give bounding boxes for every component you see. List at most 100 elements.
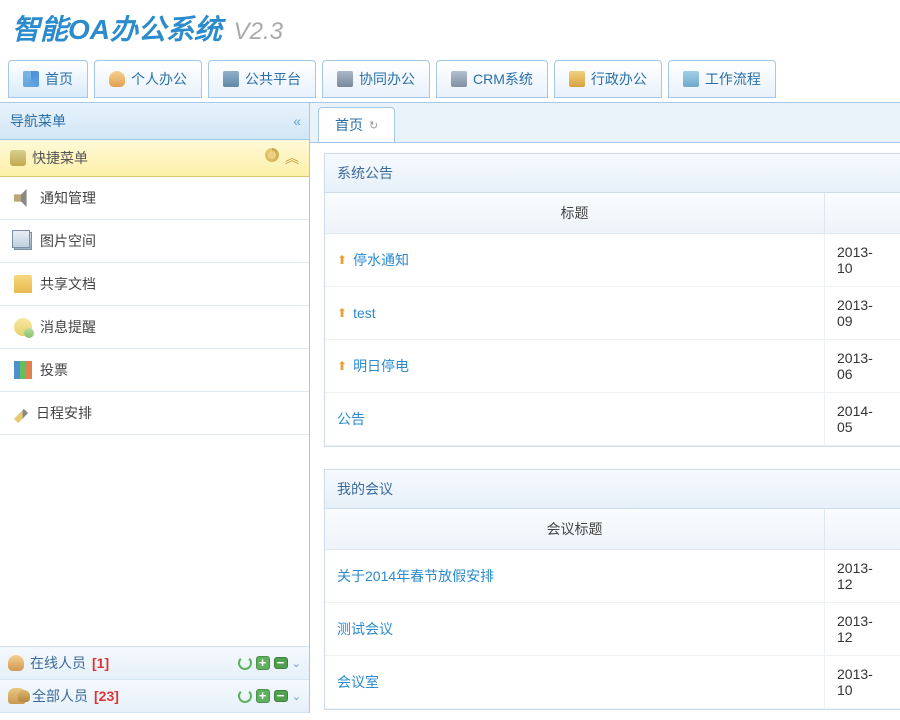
topnav-label: 协同办公 bbox=[359, 69, 415, 89]
sb-count: [23] bbox=[94, 688, 119, 704]
refresh-icon[interactable] bbox=[238, 689, 252, 703]
tab-label: 首页 bbox=[335, 115, 363, 135]
table-row: ⬆明日停电2013-06 bbox=[325, 340, 900, 393]
top-nav: 首页 个人办公 公共平台 协同办公 CRM系统 行政办公 工作流程 bbox=[0, 56, 900, 103]
sidebar-title: 导航菜单 bbox=[10, 111, 66, 131]
topnav-item-person[interactable]: 个人办公 bbox=[94, 60, 202, 98]
plus-icon[interactable] bbox=[256, 656, 270, 670]
topnav-item-collab[interactable]: 协同办公 bbox=[322, 60, 430, 98]
chevron-up-icon[interactable]: ︽ bbox=[285, 148, 299, 168]
app-header: 智能OA办公系统 V2.3 bbox=[0, 0, 900, 56]
menu-label: 消息提醒 bbox=[40, 317, 96, 337]
refresh-icon[interactable]: ↻ bbox=[369, 119, 378, 132]
col-title: 会议标题 bbox=[325, 509, 825, 549]
images-icon bbox=[14, 232, 32, 250]
minus-icon[interactable] bbox=[274, 690, 288, 702]
row-link[interactable]: 关于2014年春节放假安排 bbox=[337, 566, 494, 586]
gear-icon[interactable] bbox=[265, 148, 279, 162]
menu-item-speaker[interactable]: 通知管理 bbox=[0, 177, 309, 220]
cell-date: 2013-12 bbox=[825, 550, 900, 602]
cell-title: ⬆ 停水通知 bbox=[325, 234, 825, 286]
all-users-row[interactable]: 全部人员 [23] ⌄ bbox=[0, 680, 309, 713]
chart-icon bbox=[14, 361, 32, 379]
topnav-item-crm[interactable]: CRM系统 bbox=[436, 60, 548, 98]
cell-title: 测试会议 bbox=[325, 603, 825, 655]
admin-icon bbox=[569, 71, 585, 87]
menu-item-chat[interactable]: 消息提醒 bbox=[0, 306, 309, 349]
minus-icon[interactable] bbox=[274, 657, 288, 669]
col-date bbox=[825, 509, 900, 549]
col-date bbox=[825, 193, 900, 233]
up-arrow-icon: ⬆ bbox=[337, 253, 347, 267]
user-icon bbox=[8, 655, 24, 671]
plus-icon[interactable] bbox=[256, 689, 270, 703]
cell-date: 2013-12 bbox=[825, 603, 900, 655]
col-title: 标题 bbox=[325, 193, 825, 233]
person-icon bbox=[109, 71, 125, 87]
cell-date: 2013-06 bbox=[825, 340, 900, 392]
sb-label: 在线人员 bbox=[30, 653, 86, 673]
row-link[interactable]: 停水通知 bbox=[353, 250, 409, 270]
collab-icon bbox=[337, 71, 353, 87]
content-tab-bar: 首页 ↻ bbox=[310, 103, 900, 142]
menu-label: 共享文档 bbox=[40, 274, 96, 294]
row-link[interactable]: 公告 bbox=[337, 409, 365, 429]
table-header: 会议标题 bbox=[325, 509, 900, 550]
cell-title: 公告 bbox=[325, 393, 825, 445]
menu-list: 通知管理图片空间共享文档消息提醒投票日程安排 bbox=[0, 177, 309, 646]
refresh-icon[interactable] bbox=[238, 656, 252, 670]
online-users-row[interactable]: 在线人员 [1]⌄ bbox=[0, 647, 309, 680]
panel-title: 我的会议 bbox=[325, 470, 900, 509]
row-link[interactable]: test bbox=[353, 305, 376, 321]
pencil-icon bbox=[14, 409, 28, 423]
row-link[interactable]: 明日停电 bbox=[353, 356, 409, 376]
menu-label: 投票 bbox=[40, 360, 68, 380]
sidebar: 导航菜单 « 快捷菜单 ︽ 通知管理图片空间共享文档消息提醒投票日程安排 在线人… bbox=[0, 103, 310, 713]
panel-title: 系统公告 bbox=[325, 154, 900, 193]
app-logo: 智能OA办公系统 bbox=[12, 8, 222, 48]
folder-icon bbox=[14, 275, 32, 293]
sidebar-header: 导航菜单 « bbox=[0, 103, 309, 140]
cell-title: ⬆test bbox=[325, 287, 825, 339]
panel-meetings: 我的会议 会议标题 关于2014年春节放假安排 2013-12 测试会议 2013-1… bbox=[324, 469, 900, 710]
menu-item-pencil[interactable]: 日程安排 bbox=[0, 392, 309, 435]
home-icon bbox=[23, 71, 39, 87]
cell-date: 2014-05 bbox=[825, 393, 900, 445]
row-link[interactable]: 会议室 bbox=[337, 672, 379, 692]
topnav-label: 公共平台 bbox=[245, 69, 301, 89]
topnav-item-public[interactable]: 公共平台 bbox=[208, 60, 316, 98]
menu-item-folder[interactable]: 共享文档 bbox=[0, 263, 309, 306]
panel-announcements: 系统公告 标题 ⬆ 停水通知2013-10⬆test2013-09 ⬆ 明日停电 201… bbox=[324, 153, 900, 447]
topnav-label: 首页 bbox=[45, 69, 73, 89]
sb-label: 全部人员 bbox=[32, 686, 88, 706]
table-row: ⬆ 停水通知 2013-10 bbox=[325, 234, 900, 287]
collapse-icon[interactable]: « bbox=[293, 113, 299, 129]
monitor-icon bbox=[10, 150, 26, 166]
menu-item-chart[interactable]: 投票 bbox=[0, 349, 309, 392]
topnav-label: 行政办公 bbox=[591, 69, 647, 89]
content-area: 首页 ↻ 系统公告 标题 ⬆ 停水通知2013-10⬆test2013-09 ⬆ 明日… bbox=[310, 103, 900, 713]
topnav-item-flow[interactable]: 工作流程 bbox=[668, 60, 776, 98]
topnav-item-admin[interactable]: 行政办公 bbox=[554, 60, 662, 98]
cell-date: 2013-10 bbox=[825, 234, 900, 286]
users-icon bbox=[8, 688, 26, 704]
menu-label: 图片空间 bbox=[40, 231, 96, 251]
table-header: 标题 bbox=[325, 193, 900, 234]
quick-menu-header[interactable]: 快捷菜单 ︽ bbox=[0, 140, 309, 177]
row-link[interactable]: 测试会议 bbox=[337, 619, 393, 639]
speaker-icon bbox=[14, 189, 32, 207]
cell-title: 关于2014年春节放假安排 bbox=[325, 550, 825, 602]
sidebar-bottom: 在线人员 [1]⌄ 全部人员 [23] ⌄ bbox=[0, 646, 309, 713]
menu-item-images[interactable]: 图片空间 bbox=[0, 220, 309, 263]
menu-label: 通知管理 bbox=[40, 188, 96, 208]
chevron-down-icon[interactable]: ⌄ bbox=[292, 690, 301, 703]
topnav-label: CRM系统 bbox=[473, 69, 533, 89]
menu-label: 日程安排 bbox=[36, 403, 92, 423]
flow-icon bbox=[683, 71, 699, 87]
chevron-down-icon[interactable]: ⌄ bbox=[292, 657, 301, 670]
table-row: 会议室2013-10 bbox=[325, 656, 900, 709]
cell-date: 2013-09 bbox=[825, 287, 900, 339]
table-row: 公告 2014-05 bbox=[325, 393, 900, 446]
topnav-item-home[interactable]: 首页 bbox=[8, 60, 88, 98]
tab-home[interactable]: 首页 ↻ bbox=[318, 107, 395, 142]
